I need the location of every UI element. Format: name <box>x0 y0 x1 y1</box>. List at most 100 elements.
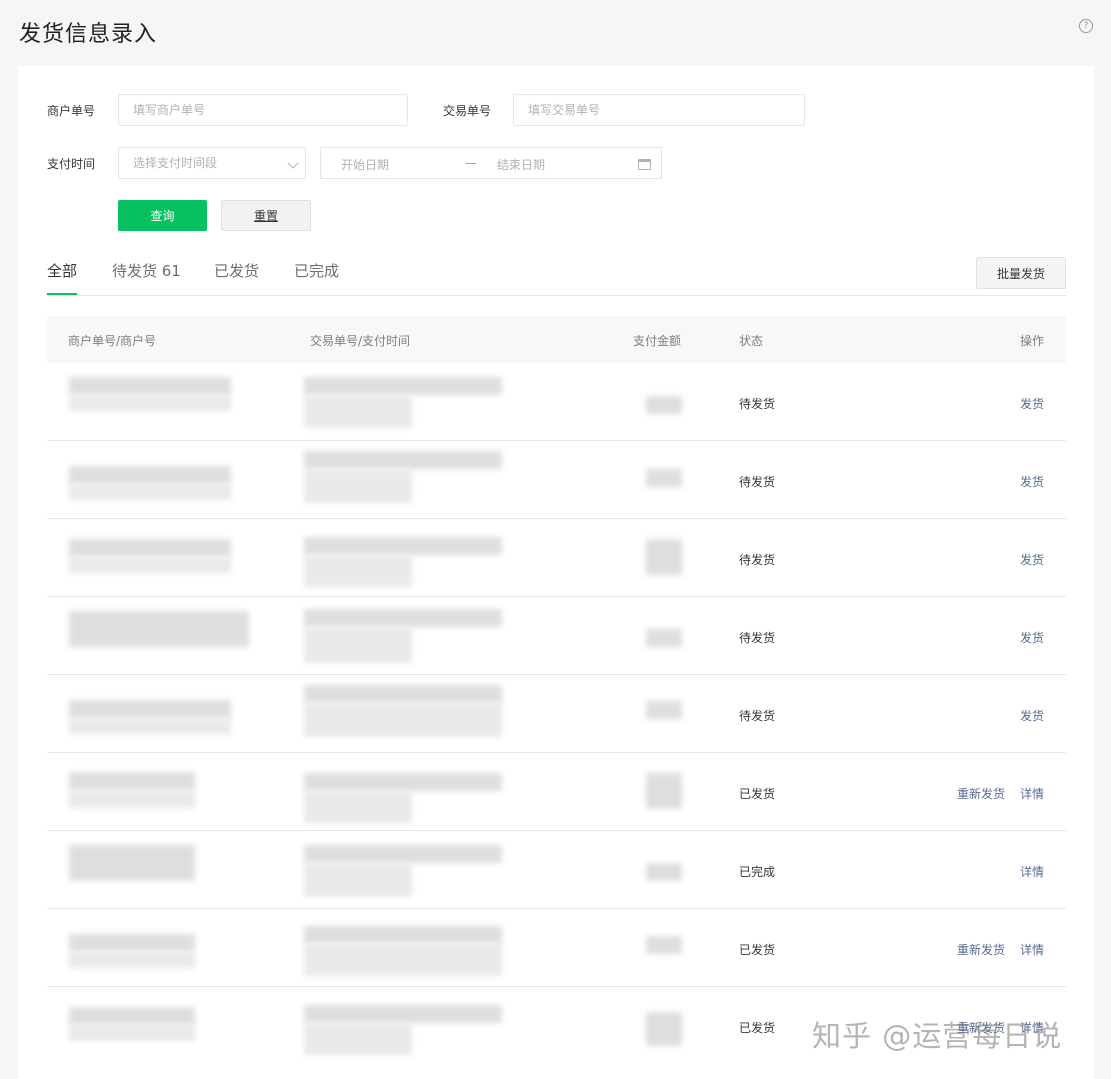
merchant-order-redacted <box>69 934 195 952</box>
pay-time-redacted <box>304 863 412 897</box>
status-text: 已完成 <box>739 865 776 879</box>
pay-time-select[interactable]: 选择支付时间段 <box>118 147 306 179</box>
merchant-order-redacted <box>69 466 231 484</box>
merchant-order-redacted <box>69 700 231 718</box>
trade-order-redacted <box>304 845 502 863</box>
table-row: 已发货 重新发货 详情 <box>47 753 1066 831</box>
amount-redacted <box>646 1012 682 1046</box>
merchant-order-redacted <box>69 377 231 395</box>
chevron-down-icon <box>287 157 299 169</box>
amount-redacted <box>646 469 682 487</box>
pay-time-label: 支付时间 <box>47 157 96 171</box>
status-text: 已发货 <box>739 943 776 957</box>
reship-link[interactable]: 重新发货 <box>957 941 1005 958</box>
status-text: 待发货 <box>739 397 776 411</box>
status-text: 待发货 <box>739 631 776 645</box>
pay-time-select-value: 选择支付时间段 <box>133 156 218 170</box>
trade-order-redacted <box>304 926 502 944</box>
status-text: 待发货 <box>739 475 776 489</box>
col-merchant-order: 商户单号/商户号 <box>68 334 157 348</box>
details-link[interactable]: 详情 <box>1020 863 1044 880</box>
trade-order-redacted <box>304 377 502 395</box>
merchant-order-label: 商户单号 <box>47 104 96 118</box>
table-row: 待发货 发货 <box>47 675 1066 753</box>
merchant-id-redacted <box>69 1025 195 1041</box>
ship-link[interactable]: 发货 <box>1020 395 1044 412</box>
status-text: 已发货 <box>739 1021 776 1035</box>
col-actions: 操作 <box>1020 334 1045 348</box>
amount-redacted <box>646 936 682 954</box>
trade-order-redacted <box>304 609 502 627</box>
merchant-order-redacted <box>69 772 195 790</box>
merchant-id-redacted <box>69 790 195 808</box>
table-row: 待发货 发货 <box>47 441 1066 519</box>
tab-all[interactable]: 全部 <box>47 260 77 281</box>
tab-pending[interactable]: 待发货 61 <box>112 260 181 281</box>
merchant-id-redacted <box>69 718 231 734</box>
amount-redacted <box>646 539 682 575</box>
trade-order-redacted <box>304 685 502 703</box>
merchant-order-redacted <box>69 539 231 557</box>
col-status: 状态 <box>739 334 764 348</box>
details-link[interactable]: 详情 <box>1020 785 1044 802</box>
col-trade-order: 交易单号/支付时间 <box>310 334 411 348</box>
pay-time-redacted <box>304 555 412 587</box>
trade-order-redacted <box>304 1005 502 1023</box>
table-row: 待发货 发货 <box>47 519 1066 597</box>
details-link[interactable]: 详情 <box>1020 941 1044 958</box>
ship-link[interactable]: 发货 <box>1020 629 1044 646</box>
trade-order-redacted <box>304 773 502 791</box>
merchant-order-redacted <box>69 1007 195 1025</box>
table-row: 已完成 详情 <box>47 831 1066 909</box>
batch-ship-button[interactable]: 批量发货 <box>976 257 1066 289</box>
merchant-order-input[interactable]: 填写商户单号 <box>118 94 408 126</box>
pay-time-redacted <box>304 469 412 503</box>
trade-order-redacted <box>304 451 502 469</box>
end-date-input[interactable]: 结束日期 <box>497 156 545 173</box>
table-row: 已发货 重新发货 详情 <box>47 909 1066 987</box>
ship-link[interactable]: 发货 <box>1020 473 1044 490</box>
merchant-id-redacted <box>69 557 231 573</box>
amount-redacted <box>646 629 682 647</box>
status-text: 已发货 <box>739 787 776 801</box>
merchant-id-redacted <box>69 395 231 411</box>
table-row: 待发货 发货 <box>47 597 1066 675</box>
amount-redacted <box>646 701 682 719</box>
main-card: 商户单号 填写商户单号 交易单号 填写交易单号 支付时间 选择支付时间段 开始日… <box>18 66 1094 1079</box>
ship-link[interactable]: 发货 <box>1020 551 1044 568</box>
table-header: 商户单号/商户号 交易单号/支付时间 支付金额 状态 操作 <box>47 316 1066 363</box>
reset-button[interactable]: 重置 <box>221 200 311 231</box>
tab-completed[interactable]: 已完成 <box>294 260 339 281</box>
watermark-text: 知乎 @运营每日说 <box>812 1019 1063 1053</box>
date-separator: — <box>465 156 477 170</box>
trade-order-redacted <box>304 537 502 555</box>
status-text: 待发货 <box>739 553 776 567</box>
pay-time-redacted <box>304 627 412 663</box>
merchant-id-redacted <box>69 484 231 500</box>
tab-shipped[interactable]: 已发货 <box>214 260 259 281</box>
status-text: 待发货 <box>739 709 776 723</box>
trade-order-input[interactable]: 填写交易单号 <box>513 94 805 126</box>
ship-link[interactable]: 发货 <box>1020 707 1044 724</box>
help-icon[interactable]: ? <box>1079 19 1093 33</box>
pay-time-redacted <box>304 791 412 823</box>
pay-time-redacted <box>304 1023 412 1055</box>
active-tab-indicator <box>47 293 77 295</box>
col-amount: 支付金额 <box>633 334 682 348</box>
status-tabs: 全部 待发货 61 已发货 已完成 <box>47 248 1066 296</box>
trade-order-label: 交易单号 <box>443 104 492 118</box>
reship-link[interactable]: 重新发货 <box>957 785 1005 802</box>
pay-time-redacted <box>304 396 412 428</box>
start-date-input[interactable]: 开始日期 <box>341 156 389 173</box>
table-row: 待发货 发货 <box>47 363 1066 441</box>
date-range-picker[interactable]: 开始日期 — 结束日期 <box>320 147 662 179</box>
page-title: 发货信息录入 <box>19 22 158 47</box>
merchant-id-redacted <box>69 952 195 968</box>
query-button[interactable]: 查询 <box>118 200 207 231</box>
amount-redacted <box>646 396 682 414</box>
merchant-order-redacted <box>69 611 249 647</box>
calendar-icon[interactable] <box>638 159 651 170</box>
merchant-order-redacted <box>69 845 195 881</box>
pay-time-redacted <box>304 944 502 976</box>
pay-time-redacted <box>304 703 502 737</box>
